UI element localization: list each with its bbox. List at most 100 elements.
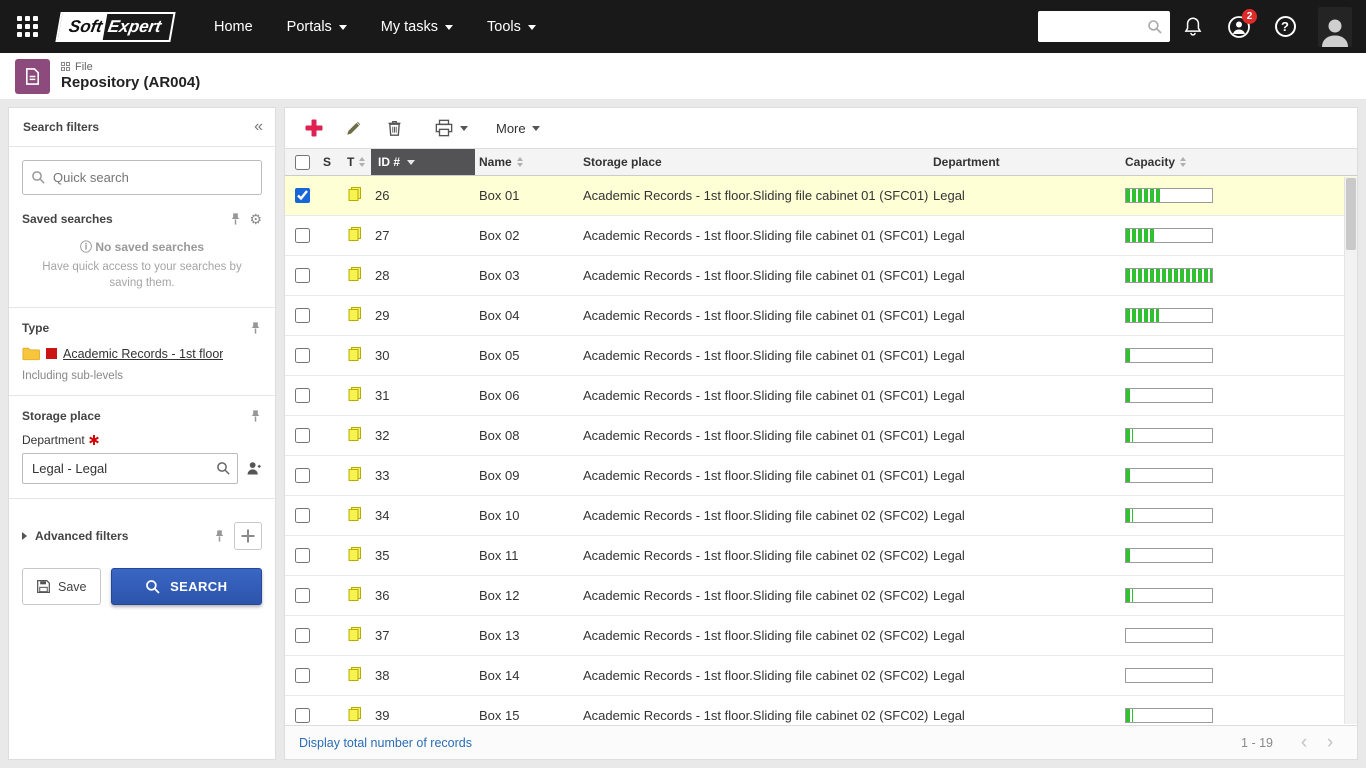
type-filter-link[interactable]: Academic Records - 1st floor [63,347,223,361]
table-row[interactable]: 28 Box 03 Academic Records - 1st floor.S… [285,256,1357,296]
pin-icon[interactable] [249,321,262,335]
table-row[interactable]: 39 Box 15 Academic Records - 1st floor.S… [285,696,1357,725]
row-storage: Academic Records - 1st floor.Sliding fil… [583,188,928,203]
column-header-s[interactable]: S [319,149,343,175]
row-checkbox-cell [285,308,319,323]
row-department: Legal [933,388,965,403]
notifications-button[interactable] [1170,0,1216,53]
nav-item-home[interactable]: Home [197,0,270,53]
row-checkbox[interactable] [295,628,310,643]
table-row[interactable]: 29 Box 04 Academic Records - 1st floor.S… [285,296,1357,336]
row-checkbox[interactable] [295,548,310,563]
select-user-icon[interactable] [245,460,262,477]
cell-capacity [1121,348,1344,363]
empty-hint-text: Have quick access to your searches by sa… [30,260,254,291]
document-copy-icon [347,226,363,242]
table-row[interactable]: 27 Box 02 Academic Records - 1st floor.S… [285,216,1357,256]
table-row[interactable]: 34 Box 10 Academic Records - 1st floor.S… [285,496,1357,536]
pin-icon[interactable] [213,529,226,543]
cell-capacity [1121,468,1344,483]
row-id: 38 [375,668,389,683]
vertical-scrollbar[interactable] [1344,177,1357,724]
department-field[interactable] [32,461,210,476]
document-copy-icon [347,346,363,362]
row-name: Box 15 [479,708,519,723]
table-row[interactable]: 32 Box 08 Academic Records - 1st floor.S… [285,416,1357,456]
save-search-button[interactable]: Save [22,568,101,605]
nav-item-my-tasks[interactable]: My tasks [364,0,470,53]
row-checkbox[interactable] [295,508,310,523]
column-header-id[interactable]: ID # [371,149,475,175]
quick-search-input[interactable] [53,170,253,185]
table-row[interactable]: 33 Box 09 Academic Records - 1st floor.S… [285,456,1357,496]
cell-type [343,226,371,245]
user-avatar[interactable] [1318,7,1352,47]
cell-department: Legal [929,308,1121,323]
apps-grid-icon[interactable] [14,14,40,40]
prev-page-button[interactable]: ‹ [1291,730,1317,756]
capacity-fill [1126,349,1132,362]
cell-name: Box 01 [475,188,579,203]
nav-item-tools[interactable]: Tools [470,0,553,53]
column-header-capacity[interactable]: Capacity [1121,149,1344,175]
help-button[interactable]: ? [1262,0,1308,53]
pin-icon[interactable] [249,409,262,423]
logo-soft: Soft [58,14,108,40]
advanced-filters-label[interactable]: Advanced filters [35,529,205,543]
column-header-department[interactable]: Department [929,149,1121,175]
row-checkbox[interactable] [295,308,310,323]
next-page-button[interactable]: › [1317,730,1343,756]
collapse-panel-icon[interactable]: « [254,119,261,135]
table-row[interactable]: 26 Box 01 Academic Records - 1st floor.S… [285,176,1357,216]
display-total-link[interactable]: Display total number of records [299,736,472,750]
pin-icon[interactable] [229,212,242,226]
search-button[interactable]: SEARCH [111,568,263,605]
nav-item-portals[interactable]: Portals [270,0,364,53]
row-checkbox[interactable] [295,668,310,683]
row-checkbox[interactable] [295,708,310,723]
column-header-t[interactable]: T [343,149,371,175]
table-row[interactable]: 31 Box 06 Academic Records - 1st floor.S… [285,376,1357,416]
column-header-name[interactable]: Name [475,149,579,175]
delete-record-button[interactable] [375,111,413,145]
column-header-storage[interactable]: Storage place [579,149,929,175]
save-disk-icon [36,579,51,594]
storage-place-section: Storage place Department [9,407,275,498]
row-checkbox[interactable] [295,588,310,603]
edit-record-button[interactable] [335,111,373,145]
chevron-down-icon [528,25,536,30]
row-storage: Academic Records - 1st floor.Sliding fil… [583,428,928,443]
table-row[interactable]: 30 Box 05 Academic Records - 1st floor.S… [285,336,1357,376]
cell-capacity [1121,388,1344,403]
lookup-search-icon[interactable] [216,461,231,476]
sidebar-actions: Save SEARCH [9,560,275,605]
gear-icon[interactable]: ⚙ [249,212,262,226]
row-checkbox[interactable] [295,348,310,363]
divider [9,395,275,396]
row-storage: Academic Records - 1st floor.Sliding fil… [583,228,928,243]
row-department: Legal [933,428,965,443]
table-row[interactable]: 36 Box 12 Academic Records - 1st floor.S… [285,576,1357,616]
softexpert-logo[interactable]: Soft Expert [55,12,175,42]
add-record-button[interactable] [295,111,333,145]
row-checkbox[interactable] [295,388,310,403]
add-filter-button[interactable] [234,522,262,550]
table-row[interactable]: 35 Box 11 Academic Records - 1st floor.S… [285,536,1357,576]
row-checkbox[interactable] [295,188,310,203]
more-actions-button[interactable]: More [489,111,547,145]
row-name: Box 12 [479,588,519,603]
row-checkbox[interactable] [295,228,310,243]
table-footer: Display total number of records 1 - 19 ‹… [285,725,1357,759]
table-row[interactable]: 38 Box 14 Academic Records - 1st floor.S… [285,656,1357,696]
row-checkbox[interactable] [295,428,310,443]
pending-tasks-button[interactable]: 2 [1216,0,1262,53]
print-button[interactable] [427,111,475,145]
scrollbar-thumb[interactable] [1346,178,1356,250]
column-label: Department [933,155,1000,169]
row-checkbox[interactable] [295,468,310,483]
global-search-input[interactable] [1048,19,1147,34]
select-all-checkbox[interactable] [295,155,310,170]
table-row[interactable]: 37 Box 13 Academic Records - 1st floor.S… [285,616,1357,656]
row-checkbox[interactable] [295,268,310,283]
expand-arrow-icon[interactable] [22,532,27,540]
